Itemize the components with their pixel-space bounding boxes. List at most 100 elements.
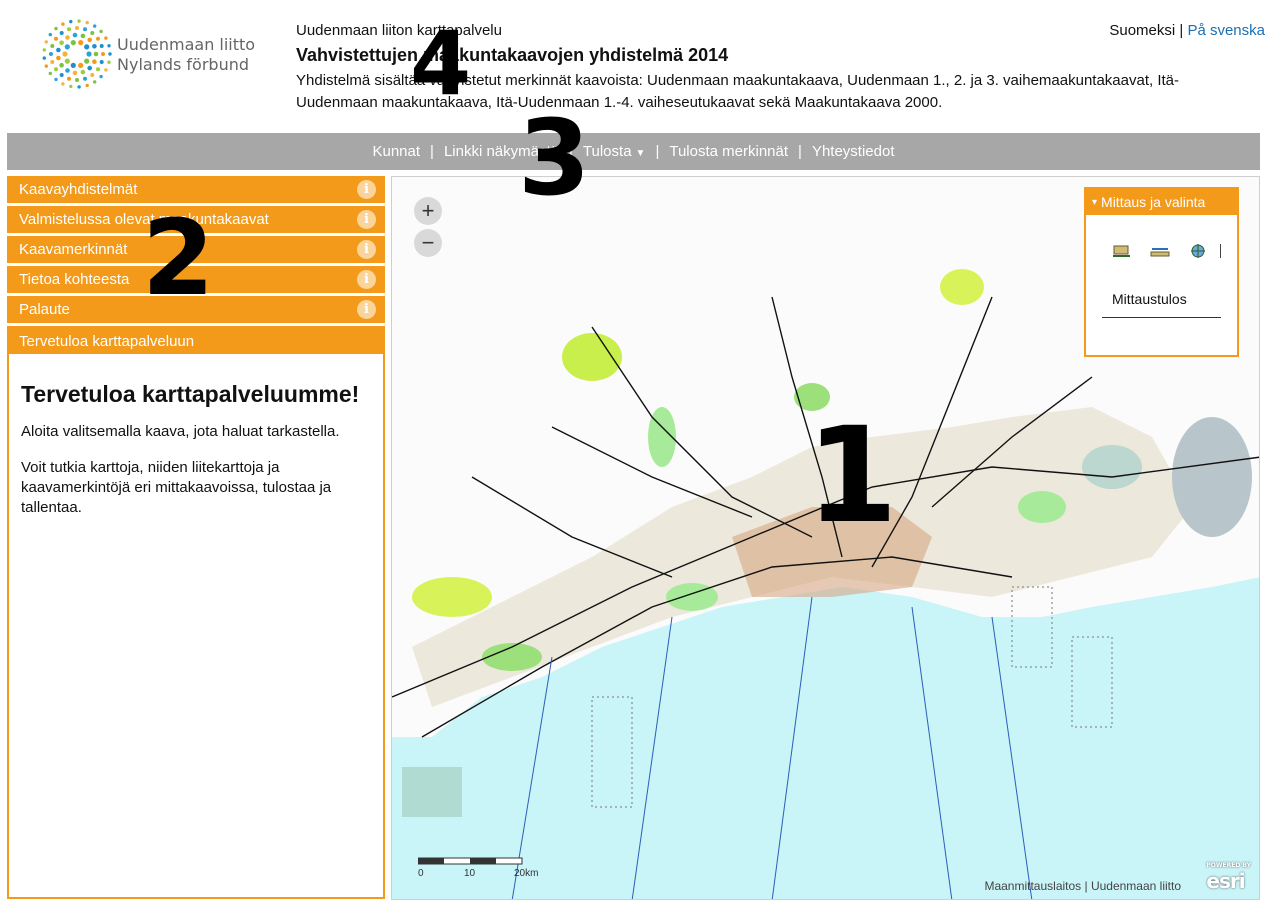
annotation-2: 2: [142, 197, 215, 319]
nav-kunnat[interactable]: Kunnat: [362, 143, 430, 160]
scale-label-20km: 20km: [514, 868, 539, 879]
logo-dot: [107, 60, 111, 64]
logo-dot: [59, 40, 64, 46]
welcome-panel-header[interactable]: Tervetuloa karttapalveluun: [9, 328, 383, 354]
info-icon[interactable]: i: [357, 210, 376, 229]
welcome-paragraph-2: Voit tutkia karttoja, niiden liitekartto…: [21, 459, 332, 516]
lang-swedish-link[interactable]: På svenska: [1187, 22, 1265, 39]
zoom-out-button[interactable]: −: [414, 229, 442, 257]
logo-dot: [67, 76, 71, 81]
chevron-down-icon: ▼: [635, 148, 646, 159]
logo-dot: [42, 56, 46, 60]
logo-icon: [42, 19, 112, 89]
logo-dot: [80, 33, 86, 39]
logo-dot: [62, 51, 68, 57]
sidebar-item-label: Kaavayhdistelmät: [19, 181, 138, 198]
measure-result-line: [1102, 317, 1221, 318]
logo-dot: [85, 83, 89, 88]
info-icon[interactable]: i: [357, 300, 376, 319]
measure-widget-header[interactable]: ▾ Mittaus ja valinta: [1086, 189, 1237, 215]
logo-dot: [65, 68, 70, 73]
logo-dot: [83, 27, 87, 32]
logo-dot: [104, 68, 108, 72]
logo-dot: [72, 70, 78, 76]
logo-dot: [54, 67, 58, 72]
info-icon[interactable]: i: [357, 180, 376, 199]
logo-dot: [48, 32, 52, 37]
scale-label-0: 0: [418, 868, 424, 879]
logo-dot: [54, 26, 58, 31]
welcome-paragraph-1: Aloita valitsemalla kaava, jota haluat t…: [21, 423, 340, 440]
scale-bar-graphic: [417, 857, 523, 865]
zoom-in-button[interactable]: +: [414, 197, 442, 225]
logo-dot: [99, 74, 103, 79]
logo-dot: [99, 60, 104, 64]
logo-dot: [42, 48, 46, 52]
grey-area: [1172, 417, 1252, 537]
logo-dot: [44, 64, 48, 68]
logo-dot: [77, 19, 81, 23]
info-icon[interactable]: i: [357, 270, 376, 289]
logo-dot: [69, 84, 73, 89]
logo-dot: [54, 36, 58, 41]
green-area: [1018, 491, 1066, 523]
logo-dot: [65, 35, 70, 40]
logo-dot: [50, 60, 55, 64]
annotation-4: 4: [410, 12, 472, 115]
logo-dot: [77, 85, 81, 89]
logo-dot: [78, 40, 84, 46]
logo-dot: [96, 67, 100, 72]
lang-finnish[interactable]: Suomeksi: [1109, 22, 1175, 39]
logo-dot: [44, 40, 48, 44]
logo-dot: [93, 51, 99, 57]
location-icon[interactable]: [1188, 243, 1208, 259]
page-title: Vahvistettujen maakuntakaavojen yhdistel…: [296, 45, 729, 65]
logo-dot: [80, 69, 86, 75]
logo-dot: [70, 62, 76, 68]
logo-dot: [61, 22, 65, 26]
sidebar-item-label: Kaavamerkinnät: [19, 241, 128, 258]
measure-tools: [1086, 215, 1237, 259]
logo-dot: [59, 31, 64, 35]
logo-dot: [83, 76, 87, 81]
green-area: [940, 269, 984, 305]
logo-text: Uudenmaan liitto Nylands förbund: [117, 35, 255, 75]
lang-separator: |: [1179, 22, 1184, 39]
logo-dot: [75, 78, 79, 82]
green-area: [562, 333, 622, 381]
distance-measure-icon[interactable]: [1150, 243, 1170, 259]
language-switcher: Suomeksi | På svenska: [1109, 22, 1265, 39]
logo-dot: [86, 51, 92, 57]
protected-sea-zone: [402, 767, 462, 817]
logo-dot: [48, 71, 52, 76]
scale-label-10: 10: [464, 868, 476, 879]
logo-dot: [85, 20, 89, 25]
logo-dot: [99, 29, 103, 34]
logo-dot: [90, 31, 95, 35]
tool-divider: [1220, 244, 1221, 258]
measure-result-label: Mittaustulos: [1112, 291, 1187, 307]
logo-dot: [50, 44, 55, 48]
logo-dot: [87, 65, 92, 71]
area-measure-icon[interactable]: [1112, 243, 1132, 259]
annotation-3: 3: [518, 97, 591, 219]
logo-dot: [70, 40, 76, 46]
logo-dot: [84, 58, 90, 64]
logo-dot: [87, 37, 92, 43]
measure-widget-title: Mittaus ja valinta: [1101, 194, 1206, 210]
logo-dot: [84, 44, 90, 50]
welcome-panel: Tervetuloa karttapalveluun Tervetuloa ka…: [7, 326, 385, 899]
green-area: [412, 577, 492, 617]
logo-dot: [90, 73, 95, 77]
esri-logo[interactable]: POWERED BY esri: [1206, 863, 1251, 894]
logo-dot: [49, 52, 53, 56]
logo-dot: [99, 44, 104, 48]
logo-dot: [56, 47, 61, 53]
info-icon[interactable]: i: [357, 240, 376, 259]
green-area: [1082, 445, 1142, 489]
scale-bar: 0 10 20km: [417, 857, 538, 880]
logo-dot: [69, 19, 73, 24]
nav-contact[interactable]: Yhteystiedot: [802, 143, 905, 160]
logo-dot: [54, 77, 58, 82]
nav-print-legend[interactable]: Tulosta merkinnät: [659, 143, 798, 160]
